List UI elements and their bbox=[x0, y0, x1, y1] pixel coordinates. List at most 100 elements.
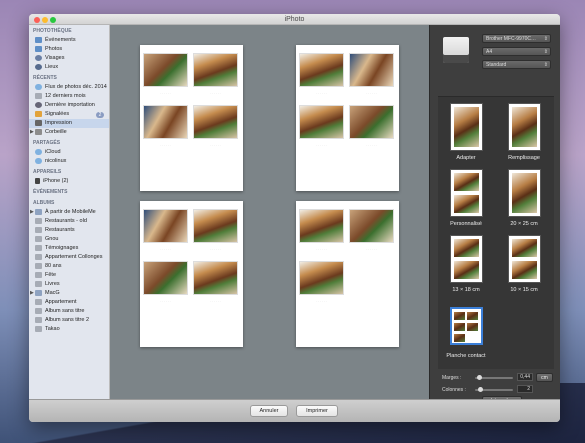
sidebar-section-heading[interactable]: ALBUMS bbox=[29, 199, 109, 208]
disclosure-triangle-icon[interactable]: ▶ bbox=[30, 208, 34, 217]
print-page-preview[interactable]: · · · · · · · · · · · · · · · · · · · · · ·… bbox=[296, 45, 399, 191]
preset-select[interactable]: Standard ⇕ bbox=[482, 60, 551, 69]
photo-caption-line: · · · · · · bbox=[316, 299, 327, 303]
sidebar-item[interactable]: Appartement Collonges bbox=[29, 253, 109, 262]
sidebar-item[interactable]: Gnou bbox=[29, 235, 109, 244]
print-theme-option[interactable]: Remplissage bbox=[496, 99, 552, 167]
sidebar-item[interactable]: Dernière importation bbox=[29, 101, 109, 110]
columns-slider-knob[interactable] bbox=[478, 387, 484, 392]
print-page-preview[interactable]: · · · · · · · · · · · · · · · · · · · · · ·… bbox=[140, 45, 243, 191]
photo-thumbnail[interactable] bbox=[193, 209, 238, 243]
sidebar-item-label: Lieux bbox=[45, 64, 59, 70]
photo-thumbnail[interactable] bbox=[193, 53, 238, 87]
sidebar-item[interactable]: Visages bbox=[29, 54, 109, 63]
margins-unit-select[interactable]: cm bbox=[536, 373, 553, 382]
album-icon bbox=[35, 217, 42, 224]
sidebar-item[interactable]: Livres bbox=[29, 280, 109, 289]
photo-thumbnail[interactable] bbox=[349, 105, 394, 139]
chevron-down-icon: ⇕ bbox=[543, 62, 548, 68]
photo-thumbnail[interactable] bbox=[299, 261, 344, 295]
margins-slider-knob[interactable] bbox=[476, 375, 482, 380]
sidebar-item[interactable]: Fête bbox=[29, 271, 109, 280]
columns-slider[interactable] bbox=[475, 387, 513, 392]
sidebar-item[interactable]: Témoignages bbox=[29, 244, 109, 253]
sidebar-item[interactable]: Album sans titre 2 bbox=[29, 316, 109, 325]
album-icon bbox=[35, 226, 42, 233]
sidebar-item[interactable]: Takao bbox=[29, 325, 109, 334]
sidebar-item[interactable]: ▶ À partir de MobileMe bbox=[29, 208, 109, 217]
sidebar-item-label: Témoignages bbox=[45, 245, 79, 251]
print-theme-option[interactable]: 10 × 15 cm bbox=[496, 231, 552, 299]
margins-slider[interactable] bbox=[475, 375, 513, 380]
sidebar-item[interactable]: Photos bbox=[29, 45, 109, 54]
sidebar-item[interactable]: Appartement bbox=[29, 298, 109, 307]
count-badge: 2 bbox=[96, 111, 104, 118]
print-theme-option[interactable]: Personnalisé bbox=[438, 165, 494, 233]
print-theme-option[interactable]: 13 × 18 cm bbox=[438, 231, 494, 299]
sidebar-item[interactable]: Album sans titre bbox=[29, 307, 109, 316]
sidebar-item[interactable]: Lieux bbox=[29, 63, 109, 72]
photo-thumbnail[interactable] bbox=[193, 261, 238, 295]
sidebar-item[interactable]: Impression bbox=[29, 119, 109, 128]
sidebar-item-label: Album sans titre bbox=[45, 308, 85, 314]
printer-select[interactable]: Brother MFC-9970C… ⇕ bbox=[482, 34, 551, 43]
print-theme-option[interactable]: Adapter bbox=[438, 99, 494, 167]
places-icon bbox=[35, 63, 42, 70]
photo-thumbnail[interactable] bbox=[143, 261, 188, 295]
paper-size-select[interactable]: A4 ⇕ bbox=[482, 47, 551, 56]
theme-label: Adapter bbox=[456, 155, 476, 161]
print-theme-option[interactable]: 20 × 25 cm bbox=[496, 165, 552, 233]
sidebar-item[interactable]: Événements bbox=[29, 36, 109, 45]
photo-thumbnail[interactable] bbox=[143, 209, 188, 243]
columns-field[interactable]: 2 bbox=[517, 385, 533, 393]
photo-thumbnail[interactable] bbox=[143, 105, 188, 139]
photo-thumbnail[interactable] bbox=[349, 209, 394, 243]
print-button[interactable]: Imprimer bbox=[296, 405, 338, 417]
theme-label: Personnalisé bbox=[450, 221, 482, 227]
print-page-preview[interactable]: · · · · · · · · · · · · · · · · · · · · · ·… bbox=[140, 201, 243, 347]
photo-caption-line: · · · · · · bbox=[366, 91, 377, 95]
sidebar-item[interactable]: Restaurants - old bbox=[29, 217, 109, 226]
sidebar-item[interactable]: Restaurants bbox=[29, 226, 109, 235]
photo-thumbnail[interactable] bbox=[299, 209, 344, 243]
photo-thumbnail[interactable] bbox=[143, 53, 188, 87]
disclosure-triangle-icon[interactable]: ▶ bbox=[30, 128, 34, 137]
sidebar-item[interactable]: ▶ MacG bbox=[29, 289, 109, 298]
sidebar-item[interactable]: iCloud bbox=[29, 148, 109, 157]
sidebar-item-label: MacG bbox=[45, 290, 60, 296]
sidebar-item[interactable]: 12 derniers mois bbox=[29, 92, 109, 101]
theme-photo bbox=[511, 173, 537, 213]
sidebar-item[interactable]: 80 ans bbox=[29, 262, 109, 271]
printer-icon bbox=[443, 37, 469, 63]
disclosure-triangle-icon[interactable]: ▶ bbox=[30, 289, 34, 298]
sidebar-section-heading[interactable]: PARTAGÉS bbox=[29, 139, 109, 148]
photo-thumbnail[interactable] bbox=[349, 53, 394, 87]
cancel-button[interactable]: Annuler bbox=[250, 405, 288, 417]
sidebar-section-heading[interactable]: APPAREILS bbox=[29, 168, 109, 177]
theme-thumbnail bbox=[507, 169, 541, 217]
paper-size-value: A4 bbox=[486, 49, 493, 55]
photo-thumbnail[interactable] bbox=[299, 105, 344, 139]
phone-icon bbox=[35, 177, 40, 184]
sidebar-item[interactable]: nicolinux bbox=[29, 157, 109, 166]
margins-field[interactable]: 0,44 bbox=[517, 373, 533, 381]
sidebar-item[interactable]: Signalées 2 bbox=[29, 110, 109, 119]
photo-thumbnail[interactable] bbox=[299, 53, 344, 87]
sidebar-section-heading[interactable]: PHOTOTHÈQUE bbox=[29, 27, 109, 36]
sidebar-item-label: Appartement bbox=[45, 299, 77, 305]
theme-photo bbox=[453, 239, 479, 257]
chevron-down-icon: ⇕ bbox=[543, 36, 548, 42]
sidebar-section-heading[interactable]: RÉCENTS bbox=[29, 74, 109, 83]
sidebar-item[interactable]: Flux de photos déc. 2014 bbox=[29, 83, 109, 92]
sidebar-item-label: iPhone (2) bbox=[43, 178, 69, 184]
print-page-preview[interactable]: · · · · · · · · · · · · · · · · · · bbox=[296, 201, 399, 347]
sidebar-section-heading[interactable]: ÉVÉNEMENTS bbox=[29, 188, 109, 197]
photo-thumbnail[interactable] bbox=[193, 105, 238, 139]
photo-caption-line: · · · · · · bbox=[316, 91, 327, 95]
print-theme-option[interactable]: Planche contact bbox=[438, 297, 494, 365]
sidebar-item[interactable]: iPhone (2) bbox=[29, 177, 109, 186]
sidebar-item-label: 12 derniers mois bbox=[45, 93, 86, 99]
cloud-icon bbox=[35, 157, 42, 164]
window-title: iPhoto bbox=[284, 16, 305, 23]
sidebar-item[interactable]: ▶ Corbeille bbox=[29, 128, 109, 137]
